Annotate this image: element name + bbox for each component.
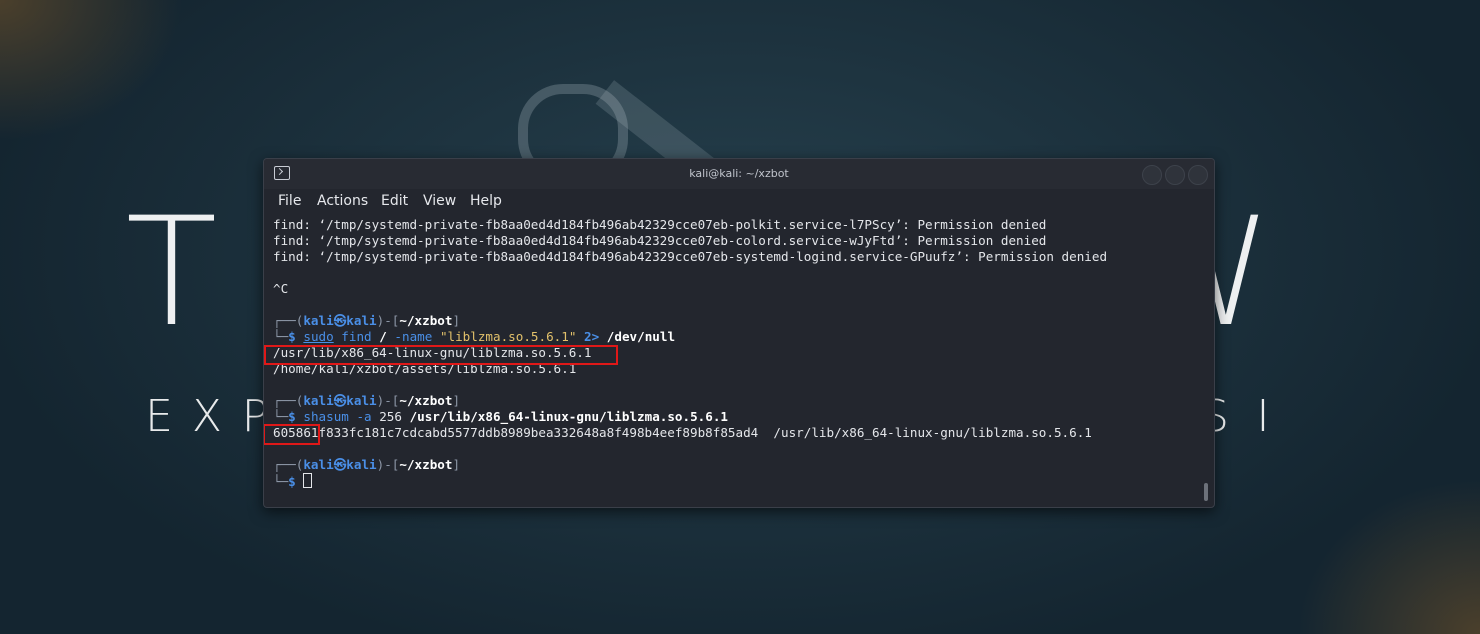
menu-file[interactable]: File: [278, 193, 301, 209]
prompt-header: ┌──(kali㉿kali)-[~/xzbot]: [273, 457, 461, 472]
highlight-box-path: [264, 345, 618, 365]
command-line: └─$ sudo find / -name "liblzma.so.5.6.1"…: [273, 329, 676, 344]
output-line: find: ‘/tmp/systemd-private-fb8aa0ed4d18…: [273, 233, 1047, 248]
menu-help[interactable]: Help: [470, 193, 502, 209]
output-line: find: ‘/tmp/systemd-private-fb8aa0ed4d18…: [273, 249, 1108, 264]
menu-edit[interactable]: Edit: [381, 193, 408, 209]
prompt-header: ┌──(kali㉿kali)-[~/xzbot]: [273, 313, 461, 328]
input-line[interactable]: └─$: [273, 473, 1193, 489]
window-title: kali@kali: ~/xzbot: [689, 167, 789, 180]
highlight-box-hash-prefix: [264, 424, 320, 445]
scrollbar-thumb[interactable]: [1204, 483, 1208, 501]
interrupt-line: ^C: [273, 281, 289, 296]
menu-bar: File Actions Edit View Help: [264, 189, 1214, 215]
command-line: └─$ shasum -a 256 /usr/lib/x86_64-linux-…: [273, 409, 729, 424]
hash-output-line: 605861f833fc181c7cdcabd5577ddb8989bea332…: [273, 425, 1092, 440]
text-cursor: [303, 473, 313, 488]
title-bar[interactable]: kali@kali: ~/xzbot: [264, 159, 1214, 189]
maximize-button[interactable]: [1165, 165, 1185, 185]
prompt-header: ┌──(kali㉿kali)-[~/xzbot]: [273, 393, 461, 408]
menu-view[interactable]: View: [423, 193, 456, 209]
output-line: find: ‘/tmp/systemd-private-fb8aa0ed4d18…: [273, 217, 1047, 232]
minimize-button[interactable]: [1142, 165, 1162, 185]
close-button[interactable]: [1188, 165, 1208, 185]
terminal-window[interactable]: kali@kali: ~/xzbot File Actions Edit Vie…: [263, 158, 1215, 508]
menu-actions[interactable]: Actions: [317, 193, 368, 209]
